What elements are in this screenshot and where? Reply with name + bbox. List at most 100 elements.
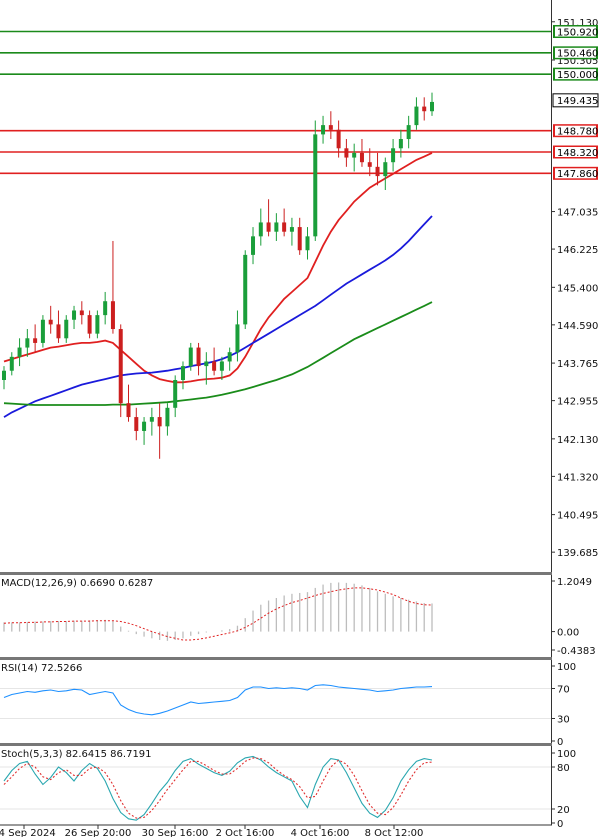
- sub-tick-label: 80: [557, 763, 570, 774]
- candle-body: [64, 319, 69, 339]
- rsi-line: [3, 684, 433, 716]
- candle-body: [219, 361, 224, 371]
- sub-tick-label: -0.4383: [557, 646, 596, 657]
- price-tick-label: 147.035: [557, 208, 598, 219]
- time-tick-label: 24 Sep 2024: [0, 828, 56, 837]
- candle-body: [25, 338, 30, 348]
- candle-body: [305, 236, 310, 251]
- resistance-level-label: 150.460: [557, 49, 598, 60]
- candle-body: [165, 407, 170, 427]
- candle-body: [243, 254, 248, 325]
- time-tick-label: 4 Oct 16:00: [291, 828, 350, 837]
- candle-body: [134, 417, 139, 431]
- time-axis: 24 Sep 2024 26 Sep 20:00 30 Sep 16:00 2 Oct…: [0, 825, 423, 837]
- candle-body: [227, 352, 232, 362]
- stoch-label: Stoch(5,3,3) 82.6415 86.7191: [1, 749, 152, 760]
- candle-body: [297, 227, 302, 251]
- candle-body: [258, 222, 263, 237]
- candle-body: [235, 324, 240, 353]
- candle-body: [17, 347, 22, 357]
- price-tick-label: 146.225: [557, 245, 598, 256]
- sub-tick-label: 100: [557, 662, 576, 673]
- candle-body: [196, 347, 201, 367]
- candle-body: [321, 125, 326, 135]
- price-tick-label: 139.685: [557, 548, 598, 559]
- current-price-label: 149.435: [557, 96, 598, 107]
- candlesticks: [2, 92, 434, 459]
- candle-body: [391, 148, 396, 163]
- time-tick-label: 2 Oct 16:00: [216, 828, 275, 837]
- candle-body: [110, 301, 115, 330]
- pane-separator-stoch: [0, 743, 552, 746]
- sub-tick-label: 30: [557, 715, 570, 726]
- sub-tick-label: 100: [557, 749, 576, 760]
- time-tick-label: 26 Sep 20:00: [65, 828, 132, 837]
- price-tick-label: 142.130: [557, 435, 598, 446]
- candle-body: [79, 310, 84, 316]
- resistance-level-label: 150.920: [557, 27, 598, 38]
- candle-body: [87, 315, 92, 334]
- candle-body: [188, 347, 193, 367]
- candle-body: [142, 421, 147, 431]
- price-tick-label: 143.765: [557, 359, 598, 370]
- price-tick-label: 140.495: [557, 511, 598, 522]
- candle-body: [204, 361, 209, 367]
- candle-body: [336, 129, 341, 149]
- candle-body: [251, 236, 256, 255]
- moving-average-line-2: [3, 215, 433, 418]
- sub-tick-label: 0.00: [557, 628, 579, 639]
- candle-body: [383, 162, 388, 177]
- candle-body: [56, 324, 61, 339]
- macd-pane: 1.2049 0.00 -0.4383: [3, 577, 596, 657]
- sub-tick-label: 1.2049: [557, 577, 592, 588]
- candle-body: [344, 148, 349, 158]
- support-level-label: 148.780: [557, 126, 598, 137]
- candle-body: [33, 338, 38, 343]
- price-tick-label: 142.955: [557, 397, 598, 408]
- candle-body: [375, 166, 380, 177]
- rsi-pane: 100 70 30 0: [0, 662, 576, 748]
- time-tick-label: 8 Oct 12:00: [365, 828, 424, 837]
- stoch-pane: 100 80 20 0: [0, 749, 576, 830]
- candle-body: [313, 134, 318, 237]
- sub-tick-label: 0: [557, 819, 563, 830]
- pane-separator-rsi: [0, 657, 552, 660]
- sub-tick-label: 20: [557, 805, 570, 816]
- candle-body: [40, 319, 45, 343]
- candle-body: [126, 403, 131, 418]
- macd-label: MACD(12,26,9) 0.6690 0.6287: [1, 578, 153, 589]
- moving-average-line-1: [3, 152, 433, 384]
- candle-body: [2, 370, 6, 380]
- candle-body: [352, 152, 357, 158]
- candle-body: [173, 380, 178, 408]
- candle-body: [359, 152, 364, 163]
- candle-body: [367, 162, 372, 167]
- support-level-label: 147.860: [557, 169, 598, 180]
- candle-body: [422, 106, 427, 112]
- candle-body: [430, 101, 434, 112]
- candle-body: [282, 222, 287, 232]
- price-levels: 150.920 150.460 150.000 148.780 148.320 147.8…: [0, 25, 598, 180]
- candle-body: [274, 222, 279, 232]
- candle-body: [95, 315, 100, 334]
- current-price-marker: 149.435: [552, 93, 599, 108]
- sub-tick-label: 0: [557, 737, 563, 748]
- candle-body: [180, 366, 185, 380]
- candle-body: [72, 310, 77, 320]
- price-tick-label: 141.320: [557, 472, 598, 483]
- candle-body: [328, 125, 333, 130]
- rsi-label: RSI(14) 72.5266: [1, 663, 82, 674]
- moving-averages: [3, 152, 433, 418]
- candle-body: [9, 356, 14, 371]
- candle-body: [149, 417, 154, 422]
- price-tick-label: 145.400: [557, 283, 598, 294]
- candle-body: [398, 139, 403, 149]
- price-tick-label: 144.590: [557, 321, 598, 332]
- candle-body: [48, 319, 53, 325]
- candle-body: [289, 227, 294, 232]
- forex-chart: 151.130150.305147.035146.225145.400144.5…: [0, 0, 599, 837]
- candle-body: [266, 222, 271, 232]
- candle-body: [157, 417, 162, 427]
- candle-body: [118, 329, 123, 404]
- candle-body: [406, 125, 411, 140]
